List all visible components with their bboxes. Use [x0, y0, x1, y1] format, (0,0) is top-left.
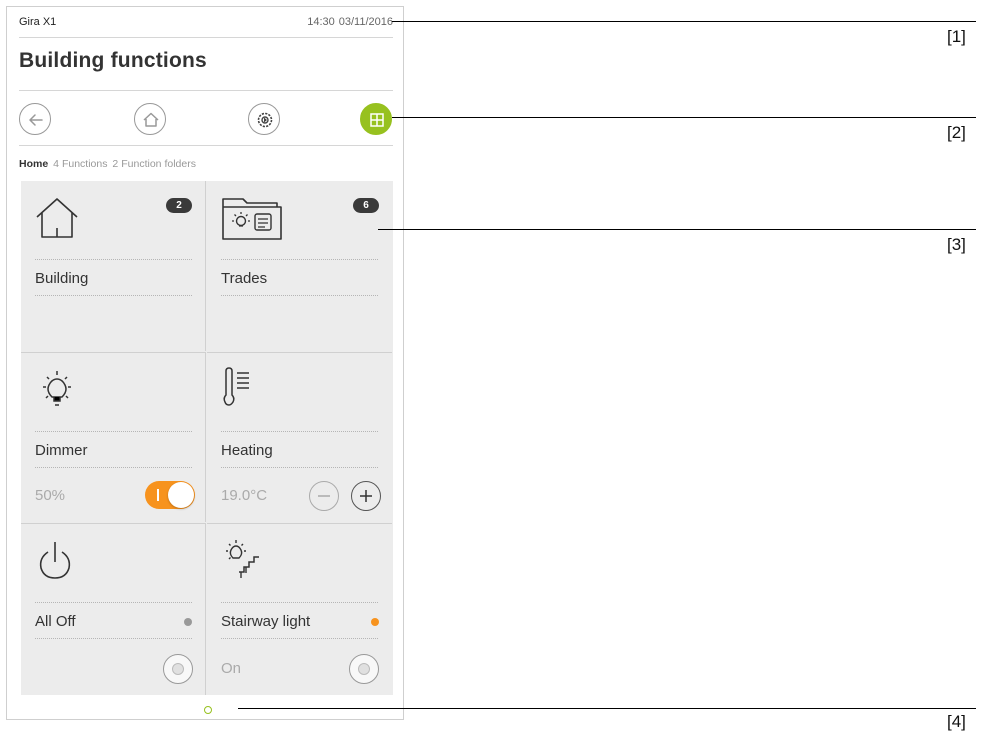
house-icon: [36, 198, 78, 238]
tile-label: All Off: [35, 613, 76, 630]
status-indicator: [371, 618, 379, 626]
divider: [19, 37, 393, 38]
divider: [35, 638, 192, 639]
back-button[interactable]: [19, 103, 51, 135]
heating-setpoint: 19.0°C: [221, 487, 268, 504]
bulb-icon: [43, 371, 71, 406]
clock: 14:30 03/11/2016: [307, 16, 393, 28]
divider: [221, 295, 378, 296]
item-count-badge: 2: [166, 198, 192, 213]
grid-icon: [370, 113, 384, 127]
power-icon: [39, 542, 71, 579]
divider: [19, 145, 393, 146]
date: 03/11/2016: [338, 16, 393, 28]
tile-dimmer[interactable]: Dimmer 50%: [21, 352, 206, 522]
callout-1: [1]: [947, 27, 966, 46]
tile-label: Heating: [221, 442, 273, 459]
device-screen: Gira X1 14:30 03/11/2016 Building functio…: [6, 6, 404, 720]
tile-building[interactable]: 2 Building: [21, 181, 206, 351]
tile-label: Trades: [221, 270, 268, 287]
home-icon: [143, 112, 159, 127]
divider: [35, 431, 192, 432]
push-button-icon: [358, 663, 370, 675]
breadcrumb-folders[interactable]: Function folders: [121, 158, 196, 170]
page-indicator-dot[interactable]: [204, 706, 212, 714]
folder-icon: [222, 198, 282, 240]
divider: [35, 295, 192, 296]
increase-button[interactable]: [351, 481, 381, 511]
minus-icon: [318, 495, 330, 497]
stairway-light-button[interactable]: [349, 654, 379, 684]
breadcrumb-home[interactable]: Home: [19, 158, 48, 170]
tile-heating[interactable]: Heating 19.0°C: [207, 352, 392, 522]
functions-count: 4: [53, 158, 59, 170]
stairway-state: On: [221, 660, 242, 677]
item-count-badge: 6: [353, 198, 379, 213]
toggle-knob: [168, 482, 194, 508]
callout-line-4: [238, 708, 976, 709]
stairway-light-icon: [226, 540, 259, 578]
tile-stairway-light[interactable]: Stairway light On: [207, 523, 392, 695]
toggle-on-mark: [157, 489, 159, 501]
tile-all-off[interactable]: All Off: [21, 523, 206, 695]
tile-trades[interactable]: 6 Trades: [207, 181, 392, 351]
divider: [221, 467, 378, 468]
device-name: Gira X1: [19, 16, 57, 28]
divider: [35, 259, 192, 260]
callout-line-3: [378, 229, 976, 230]
decrease-button[interactable]: [309, 481, 339, 511]
callout-4: [4]: [947, 712, 966, 731]
thermometer-icon: [223, 367, 249, 406]
dimmer-toggle[interactable]: [145, 481, 195, 509]
divider: [35, 602, 192, 603]
divider: [221, 602, 378, 603]
divider: [221, 431, 378, 432]
divider: [221, 259, 378, 260]
callout-3: [3]: [947, 235, 966, 254]
arrow-left-icon: [29, 114, 43, 126]
tile-grid: 2 Building 6 Trades Dimmer 50% Heating 1…: [21, 181, 393, 695]
dimmer-level: 50%: [35, 487, 66, 504]
tile-label: Building: [35, 270, 89, 287]
folders-count: 2: [112, 158, 119, 170]
time: 14:30: [307, 16, 335, 28]
home-button[interactable]: [134, 103, 166, 135]
page-title: Building functions: [19, 49, 207, 72]
tile-label: Stairway light: [221, 613, 311, 630]
divider: [35, 467, 192, 468]
all-off-button[interactable]: [163, 654, 193, 684]
settings-button[interactable]: [248, 103, 280, 135]
callout-2: [2]: [947, 123, 966, 142]
gear-icon: [257, 112, 273, 128]
breadcrumb-functions[interactable]: Functions: [62, 158, 108, 170]
status-indicator: [184, 618, 192, 626]
apps-button[interactable]: [360, 103, 392, 135]
breadcrumb: Home 4 Functions 2 Function folders: [19, 158, 196, 170]
status-bar: Gira X1 14:30 03/11/2016: [7, 7, 403, 37]
callout-line-2: [392, 117, 976, 118]
callout-line-1: [392, 21, 976, 22]
plus-icon: [360, 490, 372, 502]
divider: [221, 638, 378, 639]
tile-label: Dimmer: [35, 442, 88, 459]
push-button-icon: [172, 663, 184, 675]
divider: [19, 90, 393, 91]
